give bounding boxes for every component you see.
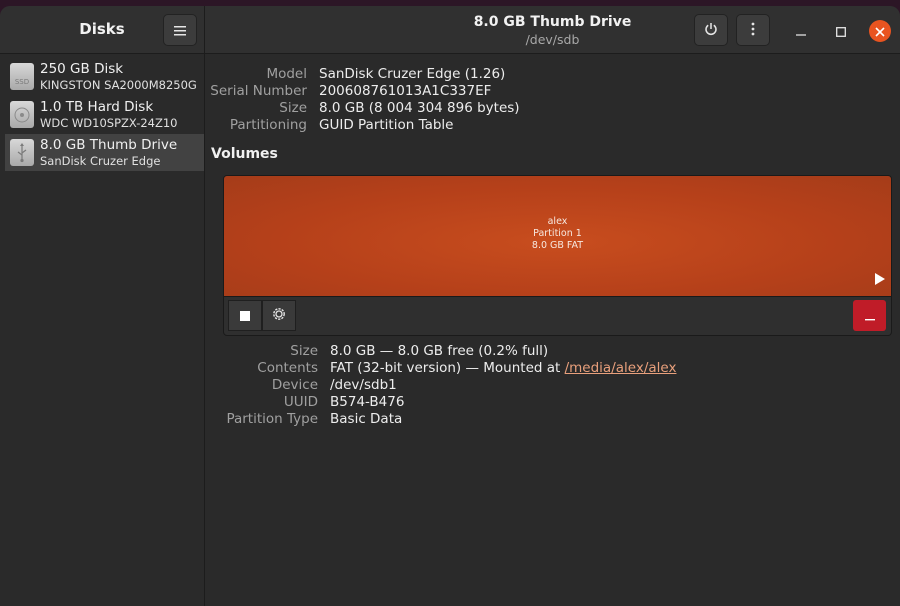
partition-size-value: 8.0 GB — 8.0 GB free (0.2% full) bbox=[330, 343, 549, 359]
partitioning-label: Partitioning bbox=[229, 117, 307, 133]
maximize-button[interactable] bbox=[827, 17, 855, 45]
minimize-button[interactable] bbox=[787, 17, 815, 45]
minus-icon bbox=[864, 306, 875, 325]
partition-size-fs: 8.0 GB FAT bbox=[531, 240, 584, 251]
mounted-play-icon bbox=[875, 270, 885, 289]
contents-text: FAT (32-bit version) — Mounted at bbox=[330, 360, 565, 376]
model-value: SanDisk Cruzer Edge (1.26) bbox=[319, 66, 506, 82]
maximize-icon bbox=[836, 22, 846, 41]
power-off-button[interactable] bbox=[694, 14, 728, 46]
partition-settings-button[interactable] bbox=[262, 300, 296, 331]
disk-name: 250 GB Disk bbox=[40, 61, 124, 77]
uuid-label: UUID bbox=[283, 394, 318, 410]
mount-path-link[interactable]: /media/alex/alex bbox=[565, 360, 677, 376]
ssd-icon: SSD bbox=[10, 63, 34, 90]
disk-model: WDC WD10SPZX-24Z10 bbox=[40, 116, 178, 130]
size-label: Size bbox=[279, 100, 307, 116]
uuid-value: B574-B476 bbox=[330, 394, 405, 410]
power-icon bbox=[704, 21, 718, 40]
disk-model: SanDisk Cruzer Edge bbox=[40, 154, 161, 168]
minimize-icon bbox=[796, 22, 806, 41]
volumes-heading: Volumes bbox=[211, 146, 278, 162]
main-menu-button[interactable] bbox=[163, 14, 197, 46]
close-icon bbox=[875, 22, 885, 41]
serial-label: Serial Number bbox=[210, 83, 307, 99]
device-label: Device bbox=[271, 377, 318, 393]
contents-value: FAT (32-bit version) — Mounted at /media… bbox=[330, 360, 676, 376]
partition-size-label: Size bbox=[290, 343, 318, 359]
disks-window: Disks 8.0 GB Thumb Drive /dev/sdb SSD 25… bbox=[0, 6, 900, 606]
vertical-dots-icon bbox=[751, 21, 755, 40]
partition-label: alex bbox=[547, 216, 568, 227]
partition-type-label: Partition Type bbox=[226, 411, 318, 427]
serial-value: 200608761013A1C337EF bbox=[319, 83, 492, 99]
gear-icon bbox=[271, 306, 287, 326]
volume-map: alex Partition 1 8.0 GB FAT bbox=[223, 175, 892, 336]
partition-block[interactable]: alex Partition 1 8.0 GB FAT bbox=[224, 176, 891, 297]
disk-item-thumb-drive[interactable]: 8.0 GB Thumb Drive SanDisk Cruzer Edge bbox=[5, 134, 204, 171]
disk-item-250gb[interactable]: SSD 250 GB Disk KINGSTON SA2000M8250G bbox=[5, 58, 204, 95]
partition-type-value: Basic Data bbox=[330, 411, 403, 427]
unmount-button[interactable] bbox=[228, 300, 262, 331]
drive-options-button[interactable] bbox=[736, 14, 770, 46]
hard-disk-icon bbox=[10, 101, 34, 128]
close-button[interactable] bbox=[869, 20, 891, 42]
disk-name: 8.0 GB Thumb Drive bbox=[40, 137, 178, 153]
disk-model: KINGSTON SA2000M8250G bbox=[40, 78, 197, 92]
disk-list-sidebar: SSD 250 GB Disk KINGSTON SA2000M8250G 1.… bbox=[0, 54, 205, 606]
hamburger-menu-icon bbox=[174, 21, 186, 40]
contents-label: Contents bbox=[257, 360, 318, 376]
size-value: 8.0 GB (8 004 304 896 bytes) bbox=[319, 100, 520, 116]
partition-name: Partition 1 bbox=[533, 228, 582, 239]
model-label: Model bbox=[266, 66, 307, 82]
usb-icon bbox=[10, 139, 34, 166]
stop-icon bbox=[240, 306, 250, 325]
sidebar-header: Disks bbox=[0, 6, 205, 54]
disk-name: 1.0 TB Hard Disk bbox=[40, 99, 154, 115]
delete-partition-button[interactable] bbox=[853, 300, 886, 331]
ssd-icon-text: SSD bbox=[14, 77, 30, 86]
disk-item-1tb[interactable]: 1.0 TB Hard Disk WDC WD10SPZX-24Z10 bbox=[5, 96, 204, 133]
device-value: /dev/sdb1 bbox=[330, 377, 397, 393]
partitioning-value: GUID Partition Table bbox=[319, 117, 454, 133]
